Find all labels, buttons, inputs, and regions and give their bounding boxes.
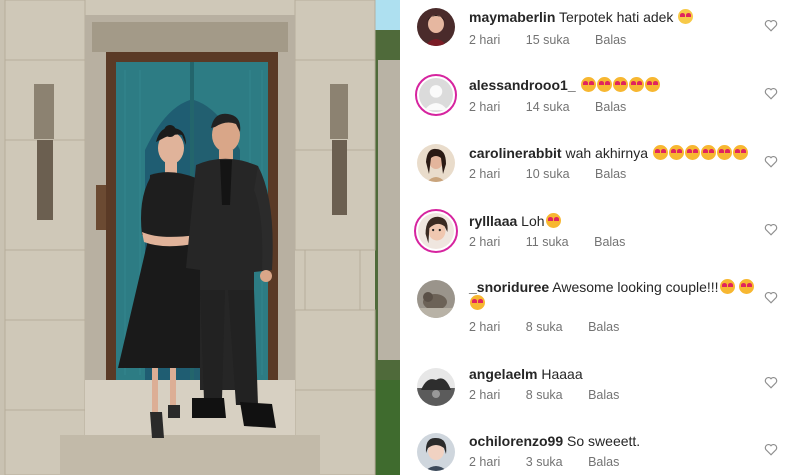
comment-likes[interactable]: 8 suka xyxy=(526,320,563,334)
couple-photo-illustration xyxy=(0,0,400,475)
heart-eyes-icon xyxy=(739,279,755,294)
reply-button[interactable]: Balas xyxy=(594,235,625,249)
comment-likes[interactable]: 11 suka xyxy=(526,235,569,249)
reply-button[interactable]: Balas xyxy=(595,100,626,114)
comment-text: Awesome looking couple!!! xyxy=(552,279,719,295)
heart-eyes-icon xyxy=(684,145,700,160)
heart-eyes-icon xyxy=(580,77,596,92)
heart-outline-icon[interactable] xyxy=(764,376,778,389)
comment-line: ochilorenzo99 So sweeett. xyxy=(469,432,759,451)
heart-eyes-icon xyxy=(668,145,684,160)
comment-age: 2 hari xyxy=(469,455,501,469)
avatar[interactable] xyxy=(417,280,455,318)
heart-outline-icon[interactable] xyxy=(764,155,778,168)
comment-likes[interactable]: 3 suka xyxy=(526,455,563,469)
heart-eyes-icon xyxy=(612,77,628,92)
heart-outline-icon[interactable] xyxy=(764,87,778,100)
heart-eyes-icon xyxy=(700,145,716,160)
comment-meta: 2 hari 3 suka Balas xyxy=(469,455,641,469)
avatar[interactable] xyxy=(417,8,455,46)
comment-likes[interactable]: 10 suka xyxy=(526,167,570,181)
heart-eyes-icon xyxy=(716,145,732,160)
comment-likes[interactable]: 14 suka xyxy=(526,100,570,114)
avatar-photo-icon xyxy=(417,368,455,406)
comment-username[interactable]: _snoriduree xyxy=(469,279,549,295)
crying-face-icon xyxy=(678,9,694,24)
heart-outline-icon[interactable] xyxy=(764,223,778,236)
comment-item: angelaelm Haaaa 2 hari 8 suka Balas xyxy=(400,359,800,419)
heart-outline-icon[interactable] xyxy=(764,443,778,456)
comment-meta: 2 hari 8 suka Balas xyxy=(469,388,641,402)
comment-meta: 2 hari 11 suka Balas xyxy=(469,235,647,249)
reply-button[interactable]: Balas xyxy=(588,455,619,469)
avatar-photo-icon xyxy=(417,433,455,471)
reply-button[interactable]: Balas xyxy=(588,388,619,402)
comment-likes[interactable]: 15 suka xyxy=(526,33,570,47)
heart-eyes-icon xyxy=(719,279,735,294)
comment-line: angelaelm Haaaa xyxy=(469,365,759,384)
comment-username[interactable]: rylllaaa xyxy=(469,213,517,229)
heart-outline-icon[interactable] xyxy=(764,291,778,304)
heart-eyes-icon xyxy=(545,213,561,228)
comment-text: Terpotek hati adek xyxy=(559,9,674,25)
heart-eyes-icon xyxy=(652,145,668,160)
avatar-photo-icon xyxy=(417,8,455,46)
comment-text: Haaaa xyxy=(541,366,583,382)
post-photo xyxy=(0,0,400,475)
reply-button[interactable]: Balas xyxy=(595,167,626,181)
comments-list: maymaberlin Terpotek hati adek 2 hari 15… xyxy=(400,0,800,475)
comment-age: 2 hari xyxy=(469,167,501,181)
heart-eyes-icon xyxy=(628,77,644,92)
comment-meta: 2 hari 10 suka Balas xyxy=(469,167,648,181)
comment-line: carolinerabbit wah akhirnya xyxy=(469,144,759,163)
heart-eyes-icon xyxy=(732,145,748,160)
avatar-photo-icon xyxy=(418,213,454,249)
comment-meta: 2 hari 14 suka Balas xyxy=(469,100,648,114)
avatar-photo-icon xyxy=(417,144,455,182)
default-avatar-icon xyxy=(419,78,453,112)
comment-username[interactable]: alessandrooo1_ xyxy=(469,77,576,93)
comment-text: So sweeett. xyxy=(567,433,641,449)
heart-eyes-icon xyxy=(644,77,660,92)
reply-button[interactable]: Balas xyxy=(595,33,626,47)
comment-line: maymaberlin Terpotek hati adek xyxy=(469,8,759,27)
comment-likes[interactable]: 8 suka xyxy=(526,388,563,402)
heart-outline-icon[interactable] xyxy=(764,19,778,32)
reply-button[interactable]: Balas xyxy=(588,320,619,334)
comment-item: carolinerabbit wah akhirnya 2 hari 10 su… xyxy=(400,136,800,196)
avatar[interactable] xyxy=(417,433,455,471)
comment-item: ochilorenzo99 So sweeett. 2 hari 3 suka … xyxy=(400,427,800,475)
comment-age: 2 hari xyxy=(469,388,501,402)
avatar-photo-icon xyxy=(417,280,455,318)
comment-line: _snoriduree Awesome looking couple!!! xyxy=(469,279,759,311)
comment-item: alessandrooo1_ 2 hari 14 suka Balas xyxy=(400,68,800,128)
avatar[interactable] xyxy=(414,209,458,253)
comment-age: 2 hari xyxy=(469,100,501,114)
comment-username[interactable]: maymaberlin xyxy=(469,9,555,25)
avatar[interactable] xyxy=(417,368,455,406)
comment-age: 2 hari xyxy=(469,235,501,249)
comment-line: alessandrooo1_ xyxy=(469,76,759,95)
comment-username[interactable]: ochilorenzo99 xyxy=(469,433,563,449)
comment-text: wah akhirnya xyxy=(565,145,648,161)
comment-username[interactable]: angelaelm xyxy=(469,366,537,382)
avatar[interactable] xyxy=(415,74,457,116)
comment-age: 2 hari xyxy=(469,320,501,334)
comment-line: rylllaaa Loh xyxy=(469,212,759,231)
heart-eyes-icon xyxy=(470,295,485,310)
comment-item: maymaberlin Terpotek hati adek 2 hari 15… xyxy=(400,0,800,60)
comment-item: _snoriduree Awesome looking couple!!! 2 … xyxy=(400,272,800,352)
heart-eyes-icon xyxy=(596,77,612,92)
comment-meta: 2 hari 8 suka Balas xyxy=(469,320,641,334)
comment-text: Loh xyxy=(521,213,545,229)
comment-item: rylllaaa Loh 2 hari 11 suka Balas xyxy=(400,204,800,264)
comment-username[interactable]: carolinerabbit xyxy=(469,145,562,161)
avatar[interactable] xyxy=(417,144,455,182)
comment-age: 2 hari xyxy=(469,33,501,47)
comment-meta: 2 hari 15 suka Balas xyxy=(469,33,648,47)
